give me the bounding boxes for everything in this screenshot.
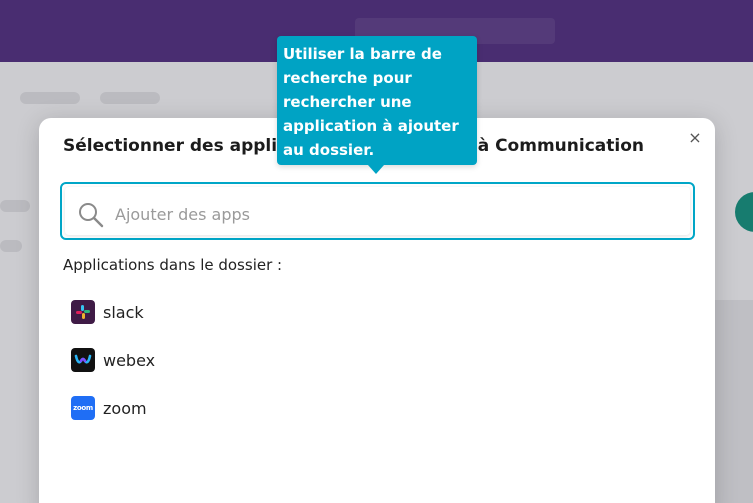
zoom-logo-icon: zoom <box>71 396 95 420</box>
search-icon <box>79 203 104 228</box>
tooltip-text: Utiliser la barre de <box>283 45 442 63</box>
app-item-slack[interactable]: slack <box>71 300 155 324</box>
app-list: slack webex zoom zoom <box>71 300 155 444</box>
tooltip-text: au dossier. <box>283 141 375 159</box>
tooltip-text: application à ajouter <box>283 117 459 135</box>
app-name: webex <box>103 350 156 370</box>
slack-logo-icon <box>71 300 95 324</box>
tooltip-text: recherche pour <box>283 69 412 87</box>
app-name: zoom <box>103 398 147 418</box>
tooltip-arrow <box>368 165 384 174</box>
app-item-zoom[interactable]: zoom zoom <box>71 396 155 420</box>
add-apps-modal: Sélectionner des applications pour ajout… <box>39 118 715 503</box>
section-label: Applications dans le dossier : <box>63 256 283 274</box>
app-item-webex[interactable]: webex <box>71 348 155 372</box>
tooltip-text: rechercher une <box>283 93 412 111</box>
close-icon: × <box>688 128 702 147</box>
search-tooltip: Utiliser la barre de recherche pour rech… <box>277 36 477 174</box>
search-box <box>60 182 695 240</box>
webex-logo-icon <box>71 348 95 372</box>
close-button[interactable]: × <box>685 128 705 148</box>
search-inner <box>65 187 690 235</box>
app-name: slack <box>103 302 144 322</box>
search-input[interactable] <box>115 195 675 233</box>
